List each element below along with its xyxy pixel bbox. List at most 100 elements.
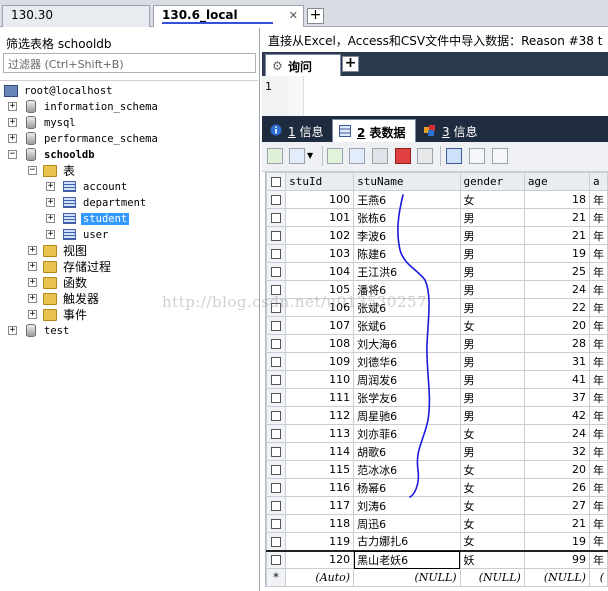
column-header[interactable]: gender xyxy=(459,172,525,191)
column-header[interactable]: stuName xyxy=(353,172,461,191)
row-checkbox[interactable] xyxy=(266,442,287,461)
tree-folder-events[interactable]: + 事件 xyxy=(28,307,87,323)
column-header[interactable]: a xyxy=(588,172,608,191)
expand-icon[interactable]: + xyxy=(8,134,17,143)
table-cell[interactable]: 99 xyxy=(523,549,590,569)
expand-icon[interactable]: + xyxy=(46,182,55,191)
row-checkbox[interactable] xyxy=(266,262,287,281)
duplicate-row-icon[interactable] xyxy=(349,148,365,164)
table-cell[interactable]: 古力娜扎6 xyxy=(353,532,461,551)
table-cell[interactable]: 107 xyxy=(285,316,355,335)
row-checkbox[interactable] xyxy=(266,298,287,317)
row-checkbox[interactable] xyxy=(266,280,287,299)
table-cell[interactable]: 年 xyxy=(588,532,608,551)
table-cell[interactable]: 年 xyxy=(588,496,608,515)
table-cell[interactable]: 女 xyxy=(459,532,525,551)
table-cell[interactable]: 118 xyxy=(285,514,355,533)
new-row-cell[interactable]: (Auto) xyxy=(285,568,355,587)
table-cell[interactable]: 年 xyxy=(588,370,608,389)
table-row[interactable]: 117 刘涛6 女 27 年 xyxy=(266,496,608,515)
table-cell[interactable]: 张学友6 xyxy=(353,388,461,407)
table-cell[interactable]: 117 xyxy=(285,496,355,515)
query-tab[interactable]: ⚙ 询问 xyxy=(265,54,341,76)
table-cell[interactable]: 102 xyxy=(285,226,355,245)
save-icon[interactable] xyxy=(372,148,388,164)
tree-folder-procedures[interactable]: + 存储过程 xyxy=(28,259,111,275)
table-cell[interactable]: 114 xyxy=(285,442,355,461)
row-checkbox[interactable] xyxy=(266,316,287,335)
table-cell[interactable]: 年 xyxy=(588,316,608,335)
table-cell[interactable]: 刘德华6 xyxy=(353,352,461,371)
new-row[interactable]: * (Auto) (NULL) (NULL) (NULL)( xyxy=(266,568,608,587)
table-cell[interactable]: 女 xyxy=(459,478,525,497)
table-cell[interactable]: 张斌6 xyxy=(353,316,461,335)
new-row-cell[interactable]: (NULL) xyxy=(459,568,525,587)
table-cell[interactable]: 32 xyxy=(523,442,590,461)
table-cell[interactable]: 杨幂6 xyxy=(353,478,461,497)
table-cell[interactable]: 108 xyxy=(285,334,355,353)
close-icon[interactable]: ✕ xyxy=(289,9,298,22)
tree-db-information-schema[interactable]: + information_schema xyxy=(8,99,158,115)
table-cell[interactable]: 20 xyxy=(523,460,590,479)
table-cell[interactable]: 21 xyxy=(523,226,590,245)
table-cell[interactable]: 女 xyxy=(459,424,525,443)
table-cell[interactable]: 年 xyxy=(588,226,608,245)
row-checkbox[interactable] xyxy=(266,226,287,245)
table-cell[interactable]: 陈建6 xyxy=(353,244,461,263)
table-cell[interactable]: 女 xyxy=(459,496,525,515)
add-connection-button[interactable]: + xyxy=(307,8,324,24)
expand-icon[interactable]: + xyxy=(28,246,37,255)
row-checkbox[interactable] xyxy=(266,478,287,497)
table-cell[interactable]: 男 xyxy=(459,370,525,389)
table-cell[interactable]: 年 xyxy=(588,478,608,497)
table-cell[interactable]: 李波6 xyxy=(353,226,461,245)
table-cell[interactable]: 黑山老妖6 xyxy=(353,549,461,569)
table-cell[interactable]: 111 xyxy=(285,388,355,407)
row-checkbox[interactable] xyxy=(266,208,287,227)
table-cell[interactable]: 男 xyxy=(459,352,525,371)
row-checkbox[interactable] xyxy=(266,190,287,209)
table-cell[interactable]: 年 xyxy=(588,424,608,443)
row-checkbox[interactable] xyxy=(266,424,287,443)
table-cell[interactable]: 年 xyxy=(588,334,608,353)
row-checkbox[interactable] xyxy=(266,406,287,425)
tree-db-test[interactable]: + test xyxy=(8,323,69,339)
collapse-icon[interactable]: − xyxy=(28,166,37,175)
table-cell[interactable]: 女 xyxy=(459,460,525,479)
tree-root[interactable]: root@localhost xyxy=(4,83,113,99)
table-cell[interactable]: 潘将6 xyxy=(353,280,461,299)
table-cell[interactable]: 37 xyxy=(523,388,590,407)
table-cell[interactable]: 28 xyxy=(523,334,590,353)
table-cell[interactable]: 42 xyxy=(523,406,590,425)
table-row[interactable]: 104 王江洪6 男 25 年 xyxy=(266,262,608,281)
new-row-cell[interactable]: (NULL) xyxy=(353,568,461,587)
table-cell[interactable]: 110 xyxy=(285,370,355,389)
table-cell[interactable]: 103 xyxy=(285,244,355,263)
new-row-cell[interactable]: (NULL) xyxy=(523,568,590,587)
column-header[interactable]: age xyxy=(523,172,590,191)
table-cell[interactable]: 19 xyxy=(523,244,590,263)
table-cell[interactable]: 周迅6 xyxy=(353,514,461,533)
table-row[interactable]: 108 刘大海6 男 28 年 xyxy=(266,334,608,353)
table-cell[interactable]: 女 xyxy=(459,514,525,533)
tab-table-data[interactable]: 2 表数据 xyxy=(332,119,416,142)
table-cell[interactable]: 刘亦菲6 xyxy=(353,424,461,443)
connection-tab-130-30[interactable]: 130.30 xyxy=(2,5,150,27)
table-cell[interactable]: 年 xyxy=(588,244,608,263)
row-checkbox[interactable] xyxy=(266,532,287,551)
tree-folder-functions[interactable]: + 函数 xyxy=(28,275,87,291)
table-cell[interactable]: 19 xyxy=(523,532,590,551)
table-cell[interactable]: 年 xyxy=(588,406,608,425)
table-cell[interactable]: 周星驰6 xyxy=(353,406,461,425)
form-view-icon[interactable] xyxy=(469,148,485,164)
table-row[interactable]: 111 张学友6 男 37 年 xyxy=(266,388,608,407)
table-cell[interactable]: 女 xyxy=(459,316,525,335)
tree-table-student[interactable]: + student xyxy=(46,211,130,227)
tree-folder-triggers[interactable]: + 触发器 xyxy=(28,291,99,307)
table-cell[interactable]: 112 xyxy=(285,406,355,425)
tab-messages[interactable]: 1 信息 xyxy=(264,119,330,142)
row-checkbox[interactable] xyxy=(266,370,287,389)
table-cell[interactable]: 24 xyxy=(523,280,590,299)
table-cell[interactable]: 26 xyxy=(523,478,590,497)
add-query-button[interactable]: + xyxy=(342,56,359,72)
